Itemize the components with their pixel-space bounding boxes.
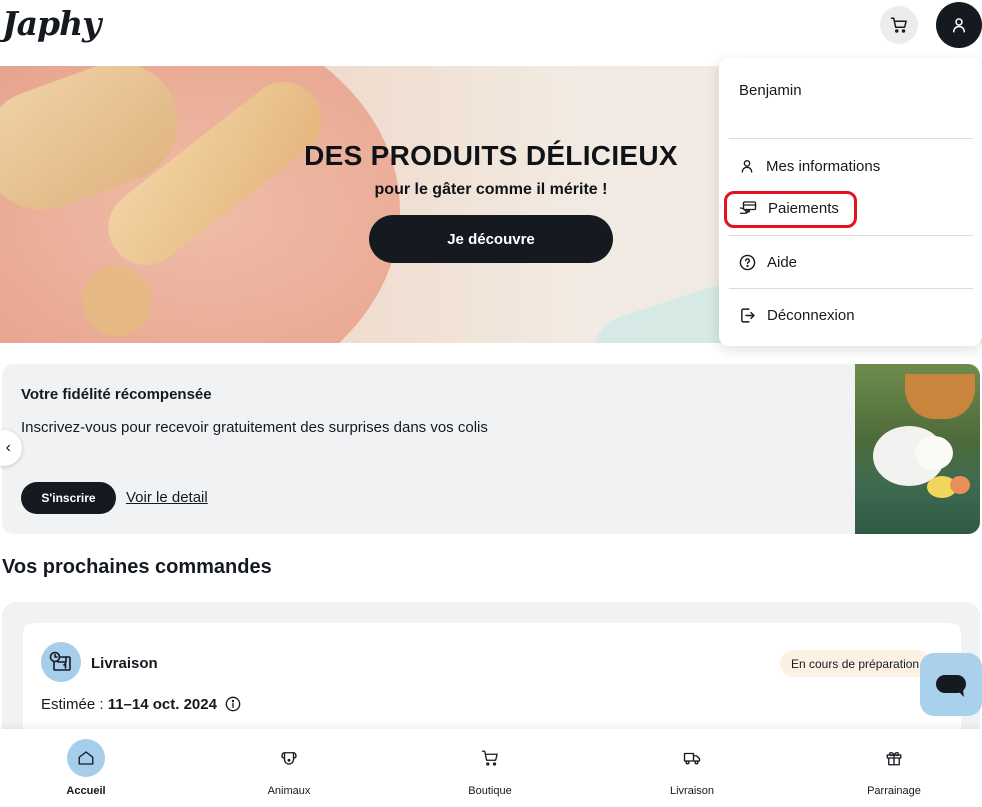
nav-label: Livraison — [669, 785, 715, 797]
top-header: Japhy — [0, 0, 982, 64]
menu-divider — [729, 138, 973, 139]
order-estimate: Estimée : 11–14 oct. 2024 — [41, 696, 241, 713]
menu-divider — [729, 235, 973, 236]
cart-button[interactable] — [880, 6, 918, 44]
see-detail-link[interactable]: Voir le detail — [126, 489, 208, 506]
menu-item-label: Déconnexion — [767, 306, 855, 324]
info-icon[interactable] — [225, 696, 241, 712]
plant-pot-image — [905, 374, 975, 419]
chevron-left-icon: ‹ — [5, 439, 11, 456]
loyalty-title: Votre fidélité récompensée — [21, 386, 212, 403]
menu-item-label: Mes informations — [766, 157, 881, 175]
highlight-annotation — [724, 191, 857, 228]
cat-image — [915, 436, 953, 470]
nav-label: Boutique — [468, 785, 512, 797]
estimate-dates: 11–14 oct. 2024 — [107, 696, 217, 713]
orders-section-title: Vos prochaines commandes — [2, 556, 272, 578]
nav-item-livraison[interactable]: Livraison — [642, 739, 742, 803]
home-icon — [67, 739, 105, 777]
nav-item-accueil[interactable]: Accueil — [36, 739, 136, 803]
order-status-badge: En cours de préparation — [780, 650, 931, 677]
menu-item-mes-informations[interactable]: Mes informations — [739, 154, 880, 178]
delivery-box-icon — [41, 642, 81, 682]
help-icon — [739, 254, 756, 270]
menu-divider — [729, 288, 973, 289]
chat-icon — [936, 674, 966, 697]
cat-toy-image — [950, 476, 970, 494]
menu-item-deconnexion[interactable]: Déconnexion — [739, 303, 855, 327]
nav-label: Animaux — [267, 785, 311, 797]
order-type-label: Livraison — [91, 655, 158, 672]
menu-item-aide[interactable]: Aide — [739, 250, 797, 274]
bottom-navigation: Accueil Animaux Boutique Livraison Parra… — [0, 729, 982, 807]
user-icon — [741, 160, 753, 173]
cart-icon — [890, 17, 907, 33]
nav-item-boutique[interactable]: Boutique — [440, 739, 540, 803]
gift-icon — [875, 739, 913, 777]
nav-label: Accueil — [66, 785, 106, 797]
cart-icon — [471, 739, 509, 777]
nav-item-animaux[interactable]: Animaux — [239, 739, 339, 803]
loyalty-cat-photo — [855, 364, 980, 534]
nav-item-parrainage[interactable]: Parrainage — [844, 739, 944, 803]
signup-button[interactable]: S'inscrire — [21, 482, 116, 514]
logo[interactable]: Japhy — [2, 4, 101, 43]
loyalty-description: Inscrivez-vous pour recevoir gratuitemen… — [21, 419, 488, 436]
menu-item-label: Aide — [767, 253, 798, 271]
loyalty-card: Votre fidélité récompensée Inscrivez-vou… — [2, 364, 980, 534]
user-menu-button[interactable] — [936, 2, 982, 48]
nav-label: Parrainage — [867, 785, 921, 797]
dog-icon — [270, 739, 308, 777]
user-name: Benjamin — [739, 82, 802, 99]
estimate-prefix: Estimée : — [41, 696, 108, 713]
chat-button[interactable] — [920, 653, 982, 716]
hero-discover-button[interactable]: Je découvre — [369, 215, 613, 263]
logout-icon — [741, 307, 755, 323]
user-icon — [953, 18, 965, 33]
truck-icon — [673, 739, 711, 777]
hero-food-image — [82, 266, 152, 336]
